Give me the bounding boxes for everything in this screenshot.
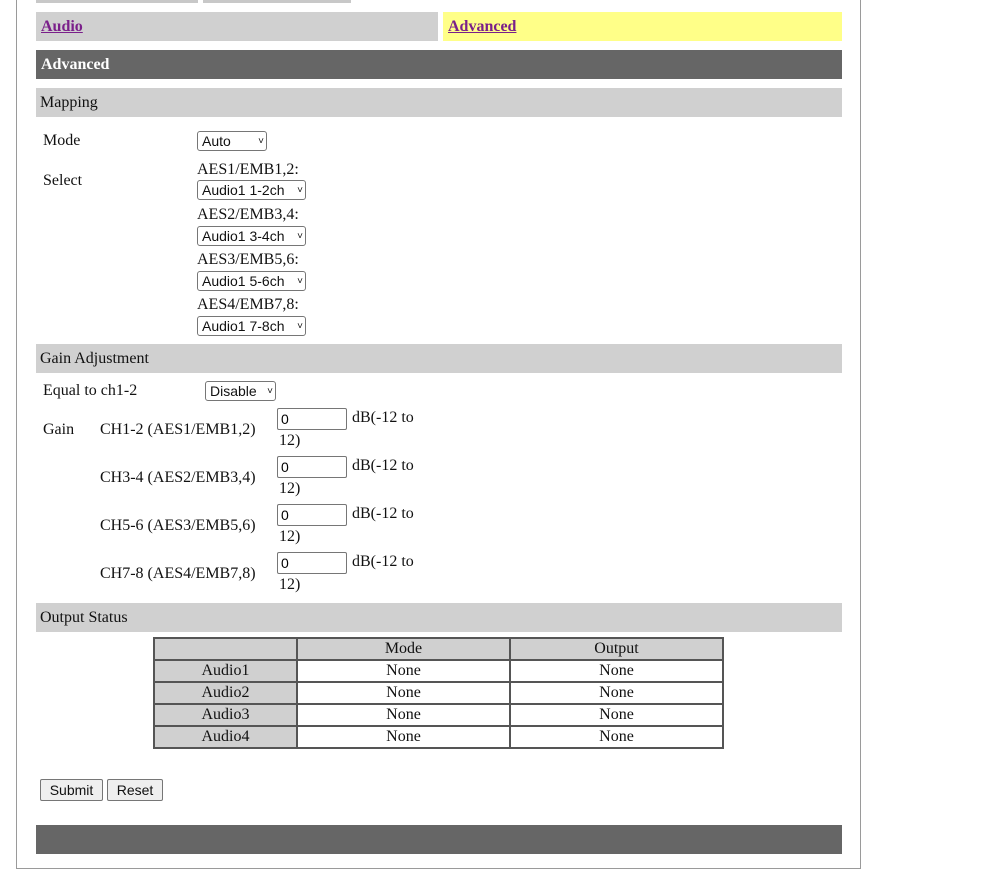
channel-select-3[interactable]: Audio1 5-6ch ˅ — [197, 271, 306, 291]
table-header-blank — [153, 637, 298, 661]
table-row-name: Audio3 — [153, 703, 298, 727]
gain-input-1[interactable] — [277, 408, 347, 430]
mode-select[interactable]: Auto ˅ — [197, 131, 267, 151]
channel-select-3-value: Audio1 5-6ch — [202, 273, 285, 289]
channel-select-1[interactable]: Audio1 1-2ch ˅ — [197, 180, 306, 200]
mapping-header: Mapping — [36, 88, 842, 117]
table-row: Audio2 None None — [153, 681, 724, 705]
top-tab-strip-right — [203, 0, 351, 3]
gain-row-label-2: CH3-4 (AES2/EMB3,4) — [100, 469, 256, 486]
equal-label: Equal to ch1-2 — [43, 382, 138, 399]
chevron-down-icon: ˅ — [297, 320, 303, 332]
tab-audio[interactable]: Audio — [36, 12, 438, 41]
table-row: Audio3 None None — [153, 703, 724, 727]
footer-bar — [36, 825, 842, 854]
table-header-mode: Mode — [296, 637, 511, 661]
output-status-header: Output Status — [36, 603, 842, 632]
table-row: Audio1 None None — [153, 659, 724, 683]
gain-row-label-3: CH5-6 (AES3/EMB5,6) — [100, 517, 256, 534]
select-label: Select — [43, 172, 83, 189]
channel-select-2-value: Audio1 3-4ch — [202, 228, 285, 244]
gain-unit-3a: dB(-12 to — [352, 505, 414, 522]
gain-unit-1b: 12) — [279, 432, 301, 449]
submit-button[interactable]: Submit — [40, 779, 103, 801]
gain-unit-3b: 12) — [279, 528, 301, 545]
gain-row-label-1: CH1-2 (AES1/EMB1,2) — [100, 421, 256, 438]
tab-advanced[interactable]: Advanced — [443, 12, 842, 41]
table-row-name: Audio1 — [153, 659, 298, 683]
chevron-down-icon: ˅ — [297, 230, 303, 242]
gain-unit-4a: dB(-12 to — [352, 553, 414, 570]
gain-input-3[interactable] — [277, 504, 347, 526]
tab-advanced-link[interactable]: Advanced — [443, 18, 516, 36]
tab-audio-link[interactable]: Audio — [36, 18, 83, 36]
table-header-row: Mode Output — [153, 637, 724, 661]
mode-select-value: Auto — [202, 133, 231, 149]
chevron-down-icon: ˅ — [297, 275, 303, 287]
table-cell-mode: None — [296, 681, 511, 705]
equal-select[interactable]: Disable ˅ — [205, 381, 276, 401]
table-cell-mode: None — [296, 659, 511, 683]
section-title: Advanced — [36, 50, 842, 79]
channel-label-1: AES1/EMB1,2: — [197, 161, 299, 178]
table-row-name: Audio2 — [153, 681, 298, 705]
channel-label-3: AES3/EMB5,6: — [197, 251, 299, 268]
channel-select-4-value: Audio1 7-8ch — [202, 318, 285, 334]
table-cell-output: None — [509, 725, 724, 749]
chevron-down-icon: ˅ — [267, 385, 273, 397]
top-tab-strip-left — [36, 0, 198, 3]
channel-select-2[interactable]: Audio1 3-4ch ˅ — [197, 226, 306, 246]
gain-header: Gain Adjustment — [36, 344, 842, 373]
gain-label: Gain — [43, 421, 75, 438]
table-row-name: Audio4 — [153, 725, 298, 749]
channel-label-4: AES4/EMB7,8: — [197, 296, 299, 313]
table-cell-mode: None — [296, 725, 511, 749]
gain-unit-4b: 12) — [279, 576, 301, 593]
gain-unit-2a: dB(-12 to — [352, 457, 414, 474]
gain-row-label-4: CH7-8 (AES4/EMB7,8) — [100, 565, 256, 582]
gain-input-4[interactable] — [277, 552, 347, 574]
gain-unit-1a: dB(-12 to — [352, 409, 414, 426]
output-status-table: Mode Output Audio1 None None Audio2 None… — [153, 637, 724, 749]
table-cell-output: None — [509, 659, 724, 683]
table-cell-output: None — [509, 703, 724, 727]
chevron-down-icon: ˅ — [258, 135, 264, 147]
mode-label: Mode — [43, 132, 81, 149]
channel-select-1-value: Audio1 1-2ch — [202, 182, 285, 198]
table-header-output: Output — [509, 637, 724, 661]
table-cell-output: None — [509, 681, 724, 705]
gain-unit-2b: 12) — [279, 480, 301, 497]
table-row: Audio4 None None — [153, 725, 724, 749]
channel-label-2: AES2/EMB3,4: — [197, 206, 299, 223]
gain-input-2[interactable] — [277, 456, 347, 478]
equal-select-value: Disable — [210, 383, 257, 399]
channel-select-4[interactable]: Audio1 7-8ch ˅ — [197, 316, 306, 336]
reset-button[interactable]: Reset — [107, 779, 163, 801]
chevron-down-icon: ˅ — [297, 184, 303, 196]
table-cell-mode: None — [296, 703, 511, 727]
